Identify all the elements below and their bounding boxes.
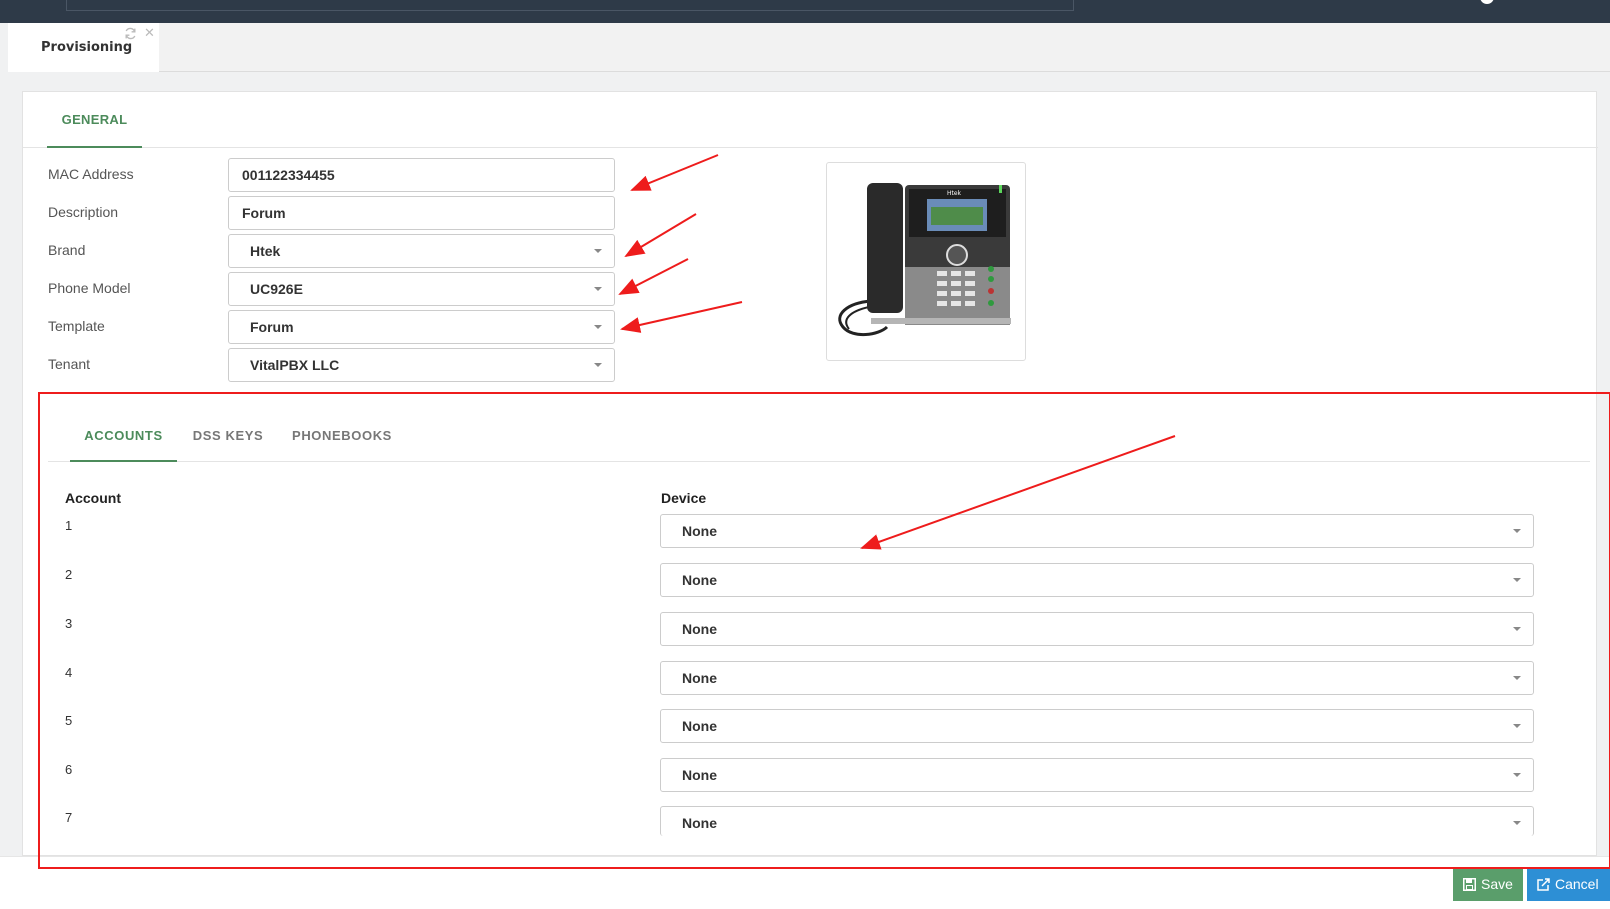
device-select[interactable]: None xyxy=(660,806,1534,836)
tab-provisioning[interactable]: Provisioning ✕ xyxy=(8,23,159,72)
device-select[interactable]: None xyxy=(660,514,1534,548)
mac-address-input[interactable]: 001122334455 xyxy=(228,158,615,192)
account-number: 6 xyxy=(65,762,73,777)
chevron-down-icon xyxy=(594,249,602,253)
chevron-down-icon xyxy=(594,287,602,291)
tenant-select[interactable]: VitalPBX LLC xyxy=(228,348,615,382)
device-column-header: Device xyxy=(661,490,707,506)
tab-general[interactable]: GENERAL xyxy=(47,92,142,148)
brand-label: Brand xyxy=(48,242,86,258)
chevron-down-icon xyxy=(594,325,602,329)
phone-model-select[interactable]: UC926E xyxy=(228,272,615,306)
template-value: Forum xyxy=(250,319,294,335)
tenant-value: VitalPBX LLC xyxy=(250,357,340,373)
mac-address-label: MAC Address xyxy=(48,166,134,182)
device-select[interactable]: None xyxy=(660,563,1534,597)
template-label: Template xyxy=(48,318,105,334)
device-value: None xyxy=(682,621,717,637)
tenant-label: Tenant xyxy=(48,356,91,372)
brand-value: Htek xyxy=(250,243,281,259)
tab-phonebooks[interactable]: PHONEBOOKS xyxy=(286,410,398,462)
tab-label: Provisioning xyxy=(41,40,133,55)
refresh-icon[interactable] xyxy=(124,27,137,40)
general-tabs: GENERAL xyxy=(23,92,1598,148)
account-number: 2 xyxy=(65,567,73,582)
account-number: 1 xyxy=(65,518,73,533)
tab-dss-keys[interactable]: DSS KEYS xyxy=(188,410,268,462)
account-column-header: Account xyxy=(65,490,121,506)
share-out-icon xyxy=(1537,878,1550,891)
action-bar: Save Cancel xyxy=(0,856,1610,909)
chevron-down-icon xyxy=(1513,821,1521,825)
desk-phone-icon: Htek xyxy=(838,183,1011,336)
description-label: Description xyxy=(48,204,119,220)
device-select[interactable]: None xyxy=(660,709,1534,743)
account-number: 7 xyxy=(65,810,73,825)
save-button[interactable]: Save xyxy=(1453,868,1523,901)
top-bar xyxy=(0,0,1610,23)
phone-model-label: Phone Model xyxy=(48,280,131,296)
brand-select[interactable]: Htek xyxy=(228,234,615,268)
chevron-down-icon xyxy=(1513,578,1521,582)
tab-strip: Provisioning ✕ xyxy=(8,23,1610,72)
provisioning-card: GENERAL MAC Address 001122334455 Descrip… xyxy=(22,91,1598,856)
close-icon[interactable]: ✕ xyxy=(144,26,155,39)
template-select[interactable]: Forum xyxy=(228,310,615,344)
cancel-button[interactable]: Cancel xyxy=(1527,868,1610,901)
chevron-down-icon xyxy=(1513,529,1521,533)
device-select[interactable]: None xyxy=(660,612,1534,646)
chevron-down-icon xyxy=(1513,773,1521,777)
device-value: None xyxy=(682,767,717,783)
chevron-down-icon xyxy=(594,363,602,367)
phone-model-image: Htek xyxy=(826,162,1026,361)
device-select[interactable]: None xyxy=(660,758,1534,792)
chevron-down-icon xyxy=(1513,724,1521,728)
chevron-down-icon xyxy=(1513,676,1521,680)
account-sub-tabs: ACCOUNTS DSS KEYS PHONEBOOKS xyxy=(48,410,1590,462)
device-value: None xyxy=(682,815,717,831)
device-value: None xyxy=(682,572,717,588)
user-avatar[interactable] xyxy=(1480,0,1494,4)
device-value: None xyxy=(682,718,717,734)
device-value: None xyxy=(682,670,717,686)
save-label: Save xyxy=(1481,876,1513,892)
device-select[interactable]: None xyxy=(660,661,1534,695)
account-number: 3 xyxy=(65,616,73,631)
phone-model-value: UC926E xyxy=(250,281,303,297)
cancel-label: Cancel xyxy=(1555,876,1599,892)
device-value: None xyxy=(682,523,717,539)
chevron-down-icon xyxy=(1513,627,1521,631)
account-number: 5 xyxy=(65,713,73,728)
global-search-box[interactable] xyxy=(66,0,1074,11)
floppy-disk-icon xyxy=(1463,878,1476,891)
description-input[interactable]: Forum xyxy=(228,196,615,230)
account-number: 4 xyxy=(65,665,73,680)
tab-accounts[interactable]: ACCOUNTS xyxy=(70,410,177,462)
svg-text:Htek: Htek xyxy=(947,190,962,197)
